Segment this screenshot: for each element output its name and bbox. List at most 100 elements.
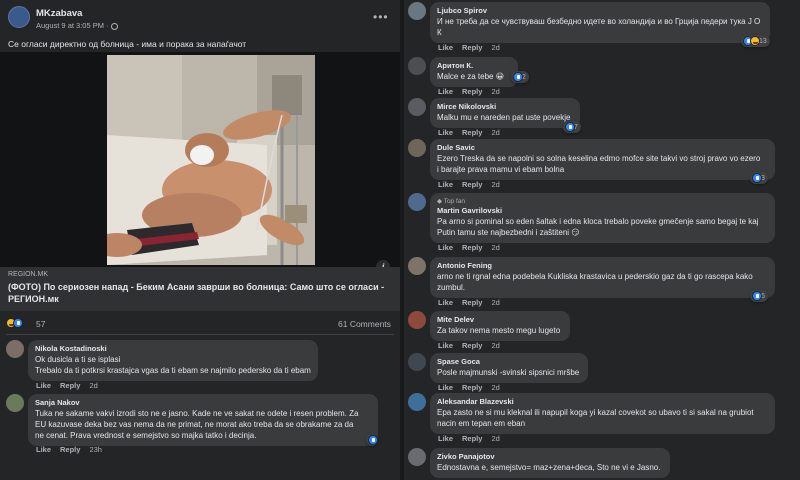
comment-bubble: Zivko Panajotov Ednostavna e, semejstvo=… xyxy=(430,448,670,478)
comment-bubble: Ljubco Spirov И не треба да се чувствува… xyxy=(430,2,770,43)
comment-author[interactable]: Dule Savic xyxy=(437,143,768,153)
comment-actions: Like Reply 2d xyxy=(438,128,509,137)
like-reaction-icon xyxy=(565,122,575,132)
comments-panel: Ljubco Spirov И не треба да се чувствува… xyxy=(400,0,800,480)
comment-time[interactable]: 2d xyxy=(491,43,499,52)
comment-text-line: Putin tamu ste najbezbedni i zaštiteni 😏 xyxy=(437,228,580,237)
comment-text-line: Malce e za tebe 😀 xyxy=(437,72,505,81)
reply-button[interactable]: Reply xyxy=(462,383,482,392)
like-button[interactable]: Like xyxy=(36,381,51,390)
comment-reactions[interactable]: 7 xyxy=(563,121,581,133)
avatar[interactable] xyxy=(408,448,426,466)
comments-count[interactable]: 61 Comments xyxy=(338,319,391,329)
like-button[interactable]: Like xyxy=(438,87,453,96)
comment-reactions[interactable]: 2 xyxy=(511,71,529,83)
avatar[interactable] xyxy=(408,98,426,116)
comment-text-line: ne cenat. Prava vrednost e semejstvo so … xyxy=(35,431,257,440)
like-reaction-icon xyxy=(513,72,523,82)
comment-reactions[interactable]: 6 xyxy=(750,290,768,302)
link-title[interactable]: (ФОТО) По сериозен напад - Беким Асани з… xyxy=(8,281,393,305)
like-reaction-icon xyxy=(752,291,762,301)
reply-button[interactable]: Reply xyxy=(462,243,482,252)
post-photo[interactable] xyxy=(107,55,315,265)
post-header: MKzabava August 9 at 3:05 PM · ••• xyxy=(0,0,400,36)
link-domain: REGION.MK xyxy=(8,271,49,278)
comment-text-line: Trebalo da ti potkrsi krastajca vgas da … xyxy=(35,366,311,375)
like-button[interactable]: Like xyxy=(438,383,453,392)
like-button[interactable]: Like xyxy=(438,243,453,252)
like-button[interactable]: Like xyxy=(438,128,453,137)
comment-author[interactable]: Spase Goca xyxy=(437,357,581,367)
like-button[interactable]: Like xyxy=(438,180,453,189)
comment-text-line: Ednostavna e, semejstvo= maz+zena+deca, … xyxy=(437,463,661,472)
post-reactions-row: 57 61 Comments xyxy=(0,312,400,334)
like-reaction-icon xyxy=(13,317,23,328)
reply-button[interactable]: Reply xyxy=(60,445,80,454)
comment-author[interactable]: Mite Delev xyxy=(437,315,563,325)
like-button[interactable]: Like xyxy=(36,445,51,454)
avatar[interactable] xyxy=(408,393,426,411)
comment-actions: Like Reply 2d xyxy=(438,180,509,189)
comment-author[interactable]: Ljubco Spirov xyxy=(437,6,763,16)
comment-time[interactable]: 2d xyxy=(491,298,499,307)
reply-button[interactable]: Reply xyxy=(462,180,482,189)
haha-reaction-icon xyxy=(750,36,760,46)
comment-time[interactable]: 2d xyxy=(491,180,499,189)
reply-button[interactable]: Reply xyxy=(462,434,482,443)
top-fan-label: Top fan xyxy=(443,198,466,205)
reply-button[interactable]: Reply xyxy=(462,128,482,137)
avatar[interactable] xyxy=(6,340,24,358)
reaction-count[interactable]: 57 xyxy=(36,319,45,329)
like-button[interactable]: Like xyxy=(438,434,453,443)
comment-actions: Like Reply 2d xyxy=(36,381,107,390)
top-fan-badge: ◆ Top fan xyxy=(437,198,466,205)
comment-time[interactable]: 2d xyxy=(89,381,97,390)
reply-button[interactable]: Reply xyxy=(462,298,482,307)
avatar[interactable] xyxy=(6,394,24,412)
comment-author[interactable]: Nikola Kostadinoski xyxy=(35,344,311,354)
comment-author[interactable]: Zivko Panajotov xyxy=(437,452,663,462)
avatar[interactable] xyxy=(408,139,426,157)
post-meta[interactable]: August 9 at 3:05 PM · xyxy=(36,21,118,30)
avatar[interactable] xyxy=(408,2,426,20)
comment-time[interactable]: 2d xyxy=(491,383,499,392)
reply-button[interactable]: Reply xyxy=(462,43,482,52)
page-name[interactable]: MKzabava xyxy=(36,8,82,19)
comment-bubble: Antonio Fening arno ne ti rgnal edna pod… xyxy=(430,257,775,298)
like-button[interactable]: Like xyxy=(438,43,453,52)
comment-time[interactable]: 2d xyxy=(491,128,499,137)
comment-author[interactable]: Martin Gavrilovski xyxy=(437,206,768,216)
avatar[interactable] xyxy=(408,57,426,75)
post-timestamp[interactable]: August 9 at 3:05 PM · xyxy=(36,21,111,30)
like-button[interactable]: Like xyxy=(438,298,453,307)
comment-author[interactable]: Аритон К. xyxy=(437,61,511,71)
comment-time[interactable]: 2d xyxy=(491,434,499,443)
comment-time[interactable]: 23h xyxy=(89,445,102,454)
avatar[interactable] xyxy=(408,311,426,329)
comment-author[interactable]: Antonio Fening xyxy=(437,261,768,271)
reply-button[interactable]: Reply xyxy=(60,381,80,390)
link-preview[interactable]: REGION.MK (ФОТО) По сериозен напад - Бек… xyxy=(0,267,400,311)
comment-reactions[interactable]: 13 xyxy=(741,35,770,47)
page-avatar[interactable] xyxy=(8,6,30,28)
comment-author[interactable]: Aleksandar Blazevski xyxy=(437,397,768,407)
comment-author[interactable]: Mirce Nikolovski xyxy=(437,102,573,112)
reply-button[interactable]: Reply xyxy=(462,87,482,96)
avatar[interactable] xyxy=(408,193,426,211)
like-button[interactable]: Like xyxy=(438,341,453,350)
reaction-icons[interactable] xyxy=(6,317,23,328)
comment-time[interactable]: 2d xyxy=(491,341,499,350)
comment-bubble: Аритон К. Malce e za tebe 😀 xyxy=(430,57,518,87)
comment-actions: Like Reply 2d xyxy=(438,341,509,350)
comment-bubble: Spase Goca Posle majmunski -svinski sips… xyxy=(430,353,588,383)
comment-reactions[interactable] xyxy=(366,434,378,446)
reply-button[interactable]: Reply xyxy=(462,341,482,350)
comment-author[interactable]: Sanja Nakov xyxy=(35,398,371,408)
more-options-icon[interactable]: ••• xyxy=(373,10,389,24)
post-photo-container[interactable]: i xyxy=(0,52,400,274)
avatar[interactable] xyxy=(408,353,426,371)
comment-reactions[interactable]: 3 xyxy=(750,172,768,184)
comment-time[interactable]: 2d xyxy=(491,243,499,252)
comment-time[interactable]: 2d xyxy=(491,87,499,96)
avatar[interactable] xyxy=(408,257,426,275)
